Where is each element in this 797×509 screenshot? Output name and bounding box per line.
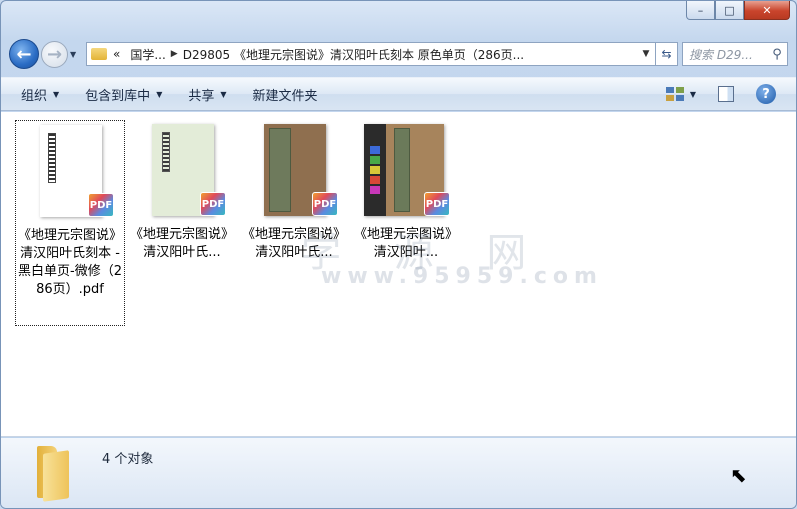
new-folder-label: 新建文件夹 — [252, 88, 318, 104]
minimize-button[interactable]: – — [686, 1, 715, 20]
refresh-icon: ⇆ — [661, 47, 672, 61]
chevron-down-icon: ▼ — [53, 89, 60, 99]
explorer-window: – □ ✕ ← → ▼ « 国学... ▶ D29805 《地理元宗图说》清汉阳… — [0, 0, 797, 509]
folder-icon — [91, 48, 107, 60]
share-label: 共享 — [188, 88, 215, 104]
organize-button[interactable]: 组织 ▼ — [21, 85, 59, 104]
command-bar: 组织 ▼ 包含到库中 ▼ 共享 ▼ 新建文件夹 ▼ ? — [1, 77, 796, 111]
pdf-icon: PDF — [312, 192, 338, 216]
organize-label: 组织 — [21, 88, 48, 104]
search-placeholder: 搜索 D29... — [689, 47, 753, 62]
search-icon[interactable]: ⚲ — [767, 47, 787, 62]
mouse-cursor-icon: ⬉ — [730, 463, 747, 487]
file-list[interactable]: PDF 《地理元宗图说》清汉阳叶氏刻本 -黑白单页-微修（286页）.pdf P… — [1, 112, 796, 437]
preview-pane-icon[interactable] — [718, 86, 734, 102]
new-folder-button[interactable]: 新建文件夹 — [253, 85, 318, 104]
breadcrumb-separator-icon[interactable]: ▶ — [171, 49, 178, 59]
file-name: 《地理元宗图说》清汉阳叶氏... — [129, 227, 234, 260]
file-thumbnail: PDF — [134, 124, 230, 220]
folder-icon — [33, 446, 73, 502]
file-thumbnail: PDF — [246, 124, 342, 220]
pdf-icon: PDF — [88, 193, 114, 217]
address-bar[interactable]: « 国学... ▶ D29805 《地理元宗图说》清汉阳叶氏刻本 原色单页（28… — [86, 42, 656, 66]
breadcrumb-chevron[interactable]: « — [113, 47, 120, 61]
item-count: 4 个对象 — [102, 452, 154, 467]
share-button[interactable]: 共享 ▼ — [188, 85, 226, 104]
help-icon[interactable]: ? — [756, 84, 776, 104]
pdf-icon: PDF — [424, 192, 450, 216]
pdf-icon: PDF — [200, 192, 226, 216]
include-library-label: 包含到库中 — [85, 88, 151, 104]
arrow-left-icon: ← — [16, 43, 32, 65]
include-library-button[interactable]: 包含到库中 ▼ — [85, 85, 162, 104]
close-button[interactable]: ✕ — [744, 1, 790, 20]
recent-pages-dropdown[interactable]: ▼ — [70, 50, 82, 59]
forward-button[interactable]: → — [41, 40, 68, 68]
caption-buttons: – □ ✕ — [686, 1, 790, 20]
back-button[interactable]: ← — [9, 39, 39, 69]
view-controls: ▼ ? — [665, 84, 776, 104]
refresh-button[interactable]: ⇆ — [656, 42, 678, 66]
maximize-button[interactable]: □ — [715, 1, 744, 20]
chevron-down-icon: ▼ — [220, 89, 227, 99]
change-view-icon[interactable] — [665, 87, 684, 101]
file-name: 《地理元宗图说》清汉阳叶氏刻本 -黑白单页-微修（286页）.pdf — [18, 228, 123, 297]
navigation-bar: ← → ▼ « 国学... ▶ D29805 《地理元宗图说》清汉阳叶氏刻本 原… — [9, 37, 788, 71]
view-options-dropdown[interactable]: ▼ — [690, 90, 696, 99]
details-pane: 4 个对象 — [1, 438, 796, 508]
address-dropdown[interactable]: ▼ — [637, 49, 655, 59]
file-item[interactable]: PDF 《地理元宗图说》清汉阳叶氏刻本 -黑白单页-微修（286页）.pdf — [15, 120, 125, 326]
file-thumbnail: PDF — [358, 124, 454, 220]
file-thumbnail: PDF — [22, 125, 118, 221]
arrow-right-icon: → — [46, 43, 63, 65]
chevron-down-icon: ▼ — [156, 89, 163, 99]
watermark-url: www.95959.com — [321, 264, 603, 289]
file-item[interactable]: PDF 《地理元宗图说》清汉阳叶氏... — [127, 120, 237, 262]
search-input[interactable]: 搜索 D29... ⚲ — [682, 42, 788, 66]
breadcrumb-current[interactable]: D29805 《地理元宗图说》清汉阳叶氏刻本 原色单页（286页... — [183, 46, 637, 63]
breadcrumb-item[interactable]: 国学... — [130, 46, 165, 63]
